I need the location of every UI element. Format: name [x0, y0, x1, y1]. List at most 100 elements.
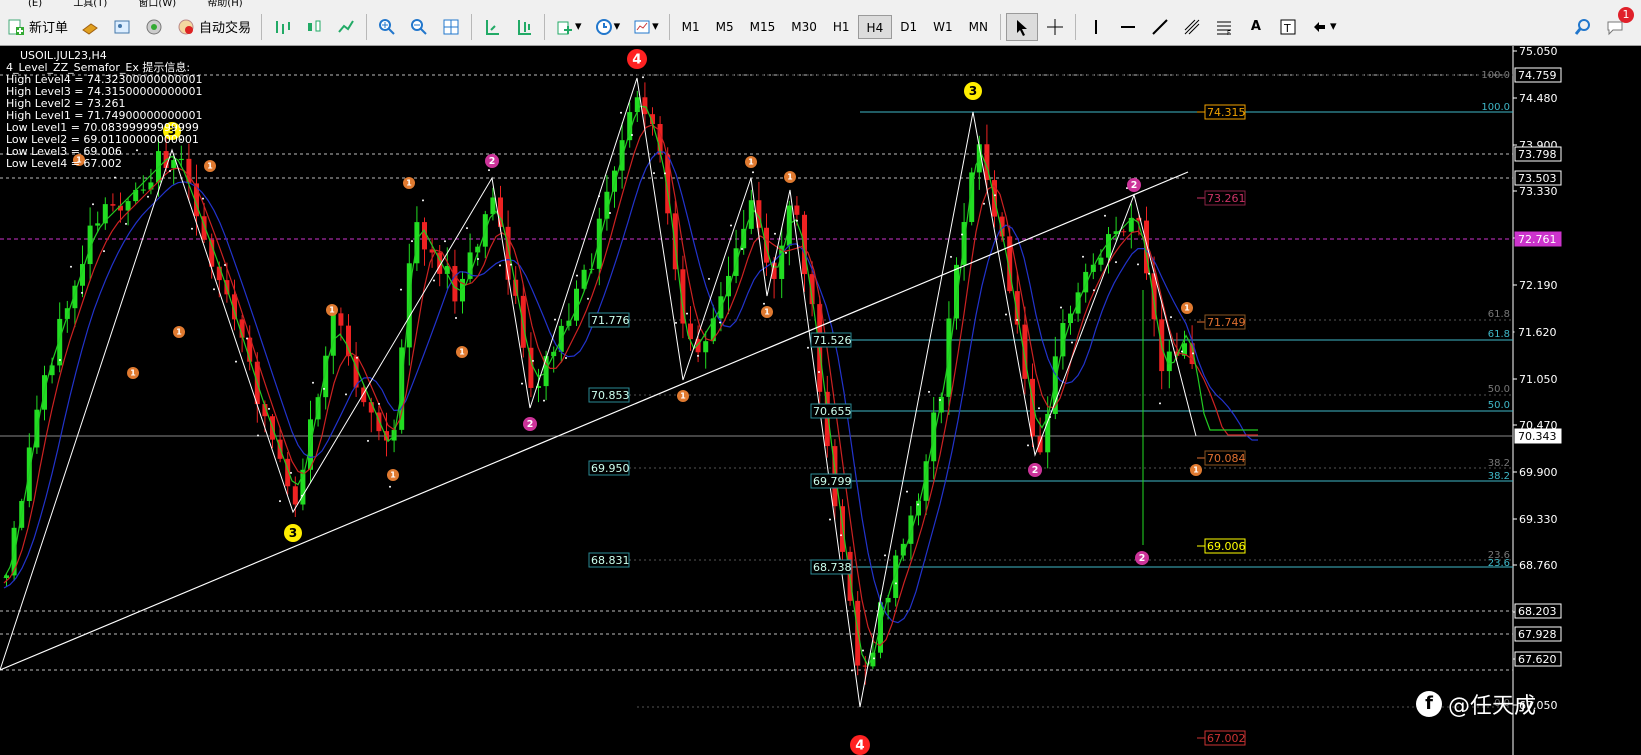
- parabolic-dot: [653, 172, 655, 175]
- candle-body: [596, 218, 602, 269]
- navigator-button[interactable]: [139, 13, 169, 41]
- data-window-button[interactable]: [107, 13, 137, 41]
- zoom-in-button[interactable]: [372, 13, 402, 41]
- parabolic-dot: [257, 434, 259, 437]
- candle-body: [95, 223, 101, 226]
- timeframe-m15[interactable]: M15: [742, 15, 784, 39]
- parabolic-dot: [290, 471, 292, 474]
- parabolic-dot: [818, 370, 820, 373]
- semafor-marker-label: 1: [207, 161, 213, 171]
- timeframe-m5[interactable]: M5: [708, 15, 742, 39]
- auto-trading-button[interactable]: 自动交易: [171, 13, 256, 41]
- candle-body: [794, 205, 800, 215]
- price-tag-label: 73.503: [1518, 172, 1557, 185]
- parabolic-dot: [477, 257, 479, 260]
- timeframe-m1[interactable]: M1: [674, 15, 708, 39]
- timeframe-w1[interactable]: W1: [925, 15, 961, 39]
- equidistant-channel-button[interactable]: [1177, 13, 1207, 41]
- gold-icon: [80, 17, 100, 37]
- autoscroll-button[interactable]: [477, 13, 507, 41]
- indicators-button[interactable]: ▾: [550, 13, 587, 41]
- crosshair-icon: [1045, 17, 1065, 37]
- trendline-button[interactable]: [1145, 13, 1175, 41]
- parabolic-dot: [301, 494, 303, 497]
- search-button[interactable]: [1568, 13, 1598, 41]
- notifications-button[interactable]: 1: [1600, 7, 1634, 41]
- chevron-down-icon: ▾: [613, 19, 621, 34]
- parabolic-dot: [785, 251, 787, 254]
- toolbar-separator: [471, 13, 473, 40]
- parabolic-dot: [917, 503, 919, 506]
- timeframe-d1[interactable]: D1: [892, 15, 925, 39]
- text-label-button[interactable]: T: [1273, 13, 1303, 41]
- chart-shift-button[interactable]: [509, 13, 539, 41]
- timeframe-m30[interactable]: M30: [783, 15, 825, 39]
- parabolic-dot: [389, 485, 391, 488]
- candle-chart-button[interactable]: [299, 13, 329, 41]
- menu-item-help[interactable]: 帮助(H): [207, 0, 242, 8]
- semafor-marker-label: 1: [1193, 465, 1199, 475]
- parabolic-dot: [1071, 341, 1073, 344]
- candle-body: [893, 555, 899, 598]
- menu-item-edit[interactable]: (E): [28, 0, 42, 8]
- zoom-out-button[interactable]: [404, 13, 434, 41]
- line-chart-button[interactable]: [331, 13, 361, 41]
- new-order-button[interactable]: 新订单: [1, 13, 73, 41]
- parabolic-dot: [1016, 319, 1018, 322]
- parabolic-dot: [92, 203, 94, 206]
- templates-button[interactable]: ▾: [627, 13, 664, 41]
- auto-trading-label: 自动交易: [199, 21, 252, 36]
- candle-body: [710, 318, 716, 342]
- parabolic-dot: [147, 195, 149, 198]
- zoom-out-icon: [409, 17, 429, 37]
- parabolic-dot: [741, 247, 743, 250]
- arrows-icon: [1310, 17, 1330, 37]
- fib-percent-label: 100.0: [1481, 102, 1510, 113]
- text-tool-button[interactable]: A: [1241, 13, 1271, 41]
- price-chart[interactable]: 75.05074.48073.90073.33072.76072.19071.6…: [0, 46, 1641, 755]
- menu-item-window[interactable]: 窗口(W): [138, 0, 176, 8]
- parabolic-dot: [1148, 272, 1150, 275]
- vertical-line-button[interactable]: [1081, 13, 1111, 41]
- horizontal-line-button[interactable]: [1113, 13, 1143, 41]
- fib-value-label: 71.776: [591, 314, 630, 327]
- parabolic-dot: [631, 133, 633, 136]
- periods-button[interactable]: ▾: [589, 13, 626, 41]
- candle-body: [490, 197, 496, 215]
- parabolic-dot: [983, 202, 985, 205]
- candle-body: [862, 665, 868, 667]
- parabolic-dot: [1038, 407, 1040, 410]
- fibonacci-button[interactable]: F: [1209, 13, 1239, 41]
- parabolic-dot: [433, 279, 435, 282]
- menu-item-tools[interactable]: 工具(T): [73, 0, 107, 8]
- parabolic-dot: [312, 381, 314, 384]
- cursor-button[interactable]: [1005, 12, 1038, 41]
- parabolic-dot: [1181, 350, 1183, 353]
- bar-chart-button[interactable]: [267, 13, 297, 41]
- zoom-in-icon: [377, 17, 397, 37]
- template-icon: [632, 17, 652, 37]
- market-watch-button[interactable]: [75, 13, 105, 41]
- price-tick-label: 74.480: [1519, 92, 1558, 105]
- crosshair-button[interactable]: [1040, 13, 1070, 41]
- new-order-label: 新订单: [29, 21, 69, 36]
- price-tick-label: 71.050: [1519, 373, 1558, 386]
- parabolic-dot: [213, 288, 215, 291]
- parabolic-dot: [598, 195, 600, 198]
- fib-value-label: 68.738: [813, 561, 852, 574]
- autoscroll-icon: [482, 17, 502, 37]
- arrows-button[interactable]: ▾: [1305, 13, 1342, 41]
- facebook-logo: f: [1416, 691, 1442, 717]
- timeframe-h4[interactable]: H4: [857, 14, 893, 39]
- parabolic-dot: [587, 297, 589, 300]
- timeframe-mn[interactable]: MN: [961, 15, 996, 39]
- fib-value-label: 70.853: [591, 389, 630, 402]
- timeframe-h1[interactable]: H1: [825, 15, 858, 39]
- candle-body: [452, 266, 458, 302]
- chevron-down-icon: ▾: [652, 19, 659, 34]
- candle-body: [703, 341, 709, 353]
- candle-body: [216, 266, 222, 281]
- tile-windows-button[interactable]: [436, 13, 466, 41]
- parabolic-dot: [70, 265, 72, 268]
- fib-value-label: 70.655: [813, 405, 852, 418]
